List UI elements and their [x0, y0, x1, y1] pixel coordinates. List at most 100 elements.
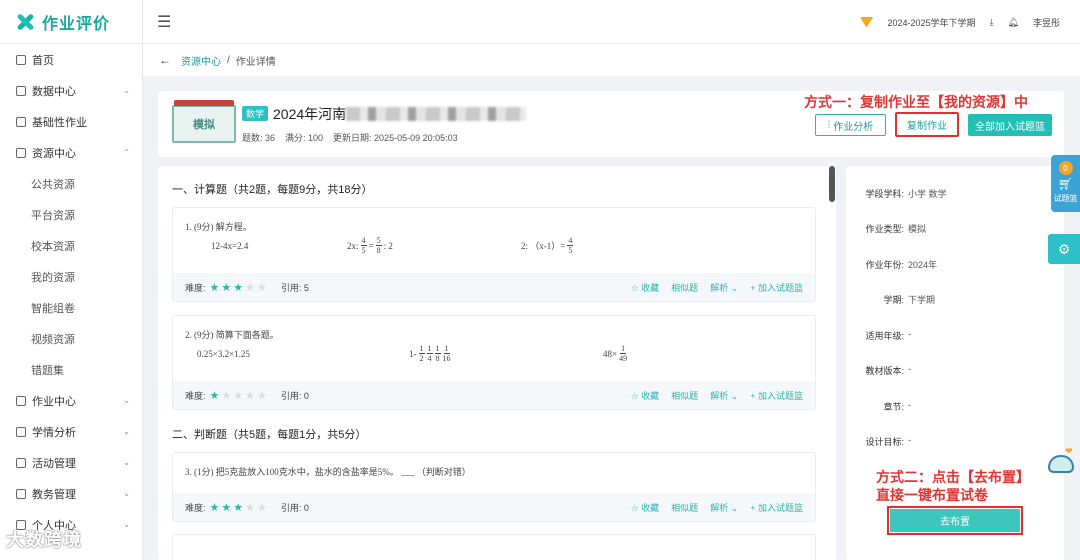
star-icon: ★	[245, 281, 256, 294]
expr-part: 48×	[603, 348, 618, 359]
breadcrumb-current: 作业详情	[235, 56, 276, 68]
chevron-icon: ⌄	[123, 489, 130, 498]
section-title-judge: 二、判断题（共5题，每题1分，共5分）	[172, 429, 367, 441]
add-all-button[interactable]: 全部加入试题篮	[968, 114, 1052, 136]
analysis-link[interactable]: 解析 ⌄	[710, 281, 738, 294]
question-basket[interactable]: 0 🛒︎ 试题篮	[1051, 155, 1080, 212]
star-icon: ★	[221, 281, 232, 294]
star-icon: ★	[209, 501, 220, 514]
fraction: 1 16	[443, 344, 451, 363]
info-row: 学期: 下学期	[846, 293, 1064, 306]
sidebar-item-label: 校本资源	[31, 240, 75, 253]
numerator: 5	[375, 236, 382, 246]
numerator: 4	[360, 236, 367, 246]
collect-link[interactable]: ☆ 收藏	[631, 389, 660, 402]
similar-link[interactable]: 相似题	[671, 389, 698, 402]
sidebar-item[interactable]: 教务管理 ⌄	[0, 478, 142, 509]
term-label[interactable]: 2024-2025学年下学期	[888, 16, 976, 29]
sidebar-item[interactable]: 平台资源	[0, 199, 142, 230]
user-name[interactable]: 李昱彤	[1033, 16, 1060, 29]
sidebar-item[interactable]: 学情分析 ⌄	[0, 416, 142, 447]
info-row: 适用年级: -	[846, 329, 1064, 342]
question-footer: 难度: ★ ★ ★ ★ ★ 引用: 0 ☆ 收藏 相似题 解析 ⌄ + 加入试题篮	[173, 493, 815, 521]
info-label: 适用年级:	[865, 331, 904, 341]
info-value: -	[908, 435, 911, 445]
assign-button[interactable]: 去布置	[890, 509, 1020, 532]
sidebar-item[interactable]: 活动管理 ⌄	[0, 447, 142, 478]
denominator: 8	[435, 354, 440, 363]
numerator: 1	[443, 344, 450, 354]
star-icon: ★	[233, 389, 244, 402]
info-label: 学期:	[883, 295, 904, 305]
sidebar-item[interactable]: 错题集	[0, 354, 142, 385]
info-value: 下学期	[908, 295, 936, 305]
analysis-link[interactable]: 解析 ⌄	[710, 501, 738, 514]
numerator: 1	[418, 344, 425, 354]
star-icon: ★	[221, 389, 232, 402]
difficulty-stars: ★ ★ ★ ★ ★	[210, 281, 267, 294]
add-to-basket-link[interactable]: + 加入试题篮	[750, 389, 803, 402]
sidebar-item[interactable]: 视频资源	[0, 323, 142, 354]
difficulty-stars: ★ ★ ★ ★ ★	[210, 389, 267, 402]
info-row: 设计目标: -	[846, 435, 1064, 448]
sidebar-item[interactable]: 公共资源	[0, 168, 142, 199]
annotation-method1: 方式一：复制作业至【我的资源】中	[804, 94, 1028, 110]
question-card-3: 3. (1分) 把5克盐放入100克水中，盐水的含盐率是5%。 ___ （判断对…	[172, 452, 816, 522]
brand-logo[interactable]: 作业评价	[0, 0, 142, 44]
sidebar-item-label: 资源中心	[32, 147, 76, 160]
fraction: 18	[434, 344, 441, 363]
denominator: 4	[427, 354, 432, 363]
settings-gear-icon[interactable]: ⚙	[1048, 234, 1080, 264]
sidebar-item[interactable]: 我的资源	[0, 261, 142, 292]
analysis-button-label: 作业分析	[833, 121, 874, 133]
sidebar-menu: 首页 数据中心 ⌄ 基础性作业 资源中心 ⌃ 公共资源 平台资源 校本资源 我的资源 智能组卷 视频资…	[0, 44, 142, 540]
breadcrumb-parent[interactable]: 资源中心	[181, 53, 221, 68]
math-expression: 48× 1 49	[603, 344, 627, 363]
info-label: 章节:	[883, 402, 904, 412]
sidebar-item-label: 活动管理	[32, 457, 76, 470]
copy-button[interactable]: 复制作业	[895, 112, 959, 137]
topbar-right: 2024-2025学年下学期 ⤓ 🔔︎ 李昱彤	[859, 0, 1060, 44]
collect-link[interactable]: ☆ 收藏	[631, 281, 660, 294]
scrollbar[interactable]	[828, 166, 836, 560]
star-icon: ★	[257, 281, 267, 294]
add-to-basket-link[interactable]: + 加入试题篮	[750, 281, 803, 294]
scroll-thumb[interactable]	[829, 166, 835, 202]
sidebar-item[interactable]: 资源中心 ⌃	[0, 137, 142, 168]
analysis-link[interactable]: 解析 ⌄	[710, 389, 738, 402]
menu-item-icon	[16, 426, 26, 437]
download-icon[interactable]: ⤓	[990, 17, 994, 28]
sidebar-item[interactable]: 基础性作业	[0, 106, 142, 137]
back-arrow-icon[interactable]: ←	[159, 53, 171, 67]
chevron-icon: ⌄	[123, 458, 130, 467]
sidebar-item[interactable]: 智能组卷	[0, 292, 142, 323]
sidebar-item[interactable]: 首页	[0, 44, 142, 75]
math-expression: 1- 12 14 18 1 16	[409, 344, 451, 363]
fraction: 58	[375, 236, 382, 255]
sidebar-item[interactable]: 校本资源	[0, 230, 142, 261]
sidebar-item-label: 教务管理	[32, 488, 76, 501]
expr-part: 2x:	[347, 240, 359, 251]
similar-link[interactable]: 相似题	[671, 501, 698, 514]
sidebar-item[interactable]: 作业中心 ⌄	[0, 385, 142, 416]
question-text: 1. (9分) 解方程。	[185, 222, 252, 232]
sidebar-item-label: 平台资源	[31, 209, 75, 222]
sidebar-item-label: 数据中心	[32, 85, 76, 98]
similar-link[interactable]: 相似题	[671, 281, 698, 294]
annotation-method2-line1: 方式二：点击【去布置】	[876, 469, 1030, 485]
denominator: 8	[376, 246, 381, 255]
info-label: 教材版本:	[865, 366, 904, 376]
vip-icon[interactable]	[859, 16, 874, 28]
add-to-basket-link[interactable]: + 加入试题篮	[750, 501, 803, 514]
bell-icon[interactable]: 🔔︎	[1008, 17, 1019, 28]
mascot-icon[interactable]: ❤	[1045, 445, 1077, 477]
fraction: 1 49	[619, 344, 627, 363]
collect-link[interactable]: ☆ 收藏	[631, 501, 660, 514]
menu-item-icon	[16, 488, 26, 499]
fraction: 12	[418, 344, 425, 363]
analysis-button[interactable]: ⫶ 作业分析	[815, 114, 886, 136]
sidebar-item[interactable]: 数据中心 ⌄	[0, 75, 142, 106]
fraction: 45	[360, 236, 367, 255]
collapse-menu-icon[interactable]: ☰	[157, 12, 171, 32]
topbar: ☰ 2024-2025学年下学期 ⤓ 🔔︎ 李昱彤	[143, 0, 1080, 44]
